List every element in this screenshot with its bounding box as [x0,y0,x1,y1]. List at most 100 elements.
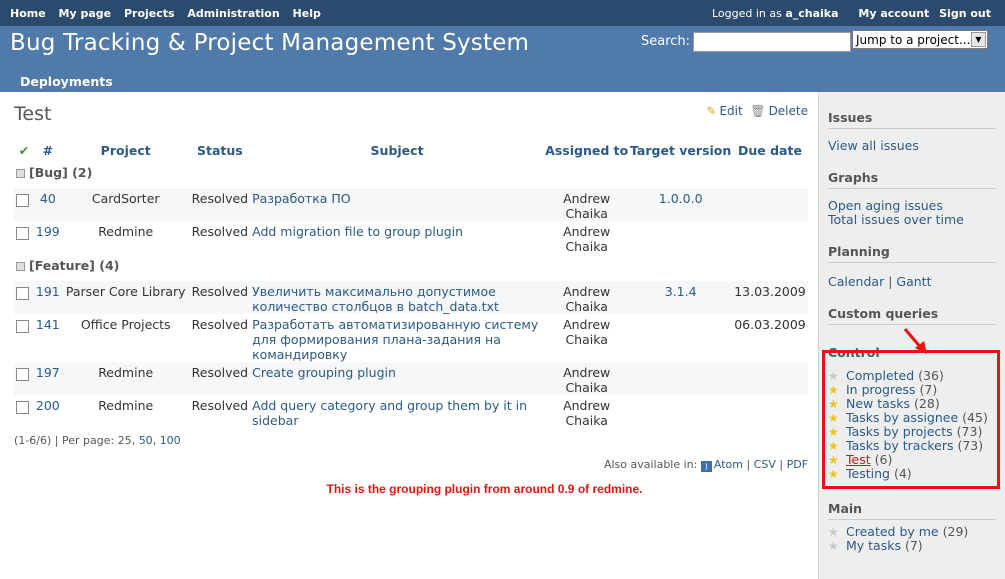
issue-assignee: Andrew Chaika [563,317,611,347]
column-header-id[interactable]: # [34,139,62,161]
chevron-down-icon[interactable]: ▼ [971,32,986,47]
issue-due-date: 13.03.2009 [731,281,808,314]
calendar-link[interactable]: Calendar [828,274,884,289]
issue-subject-link[interactable]: Разработка ПО [252,191,351,206]
column-header-status[interactable]: Status [190,139,250,161]
column-header-due-date[interactable]: Due date [732,139,808,161]
annotation-highlight-box [822,350,1000,489]
view-all-issues-link[interactable]: View all issues [828,138,919,153]
gantt-link[interactable]: Gantt [896,274,931,289]
sidebar-divider [828,519,996,520]
issue-id-link[interactable]: 191 [36,284,60,299]
issue-due-date [731,188,808,221]
menu-home-link[interactable]: Home [10,7,46,20]
pdf-link[interactable]: PDF [787,458,808,471]
query-count: (29) [942,524,969,539]
issue-project: Redmine [61,362,190,395]
group-header[interactable]: [Bug] (2) [14,161,808,188]
row-checkbox[interactable] [14,314,34,362]
issue-subject-link[interactable]: Разработать автоматизированную систему д… [252,317,538,362]
issue-subject-link[interactable]: Add query category and group them by it … [252,398,527,428]
menu-my-page-link[interactable]: My page [59,7,112,20]
issue-version-link[interactable]: 1.0.0.0 [659,191,703,206]
per-page-50-link[interactable]: 50 [139,434,153,447]
column-header-subject[interactable]: Subject [250,139,544,161]
search-label: Search: [641,34,691,49]
my-account-link[interactable]: My account [858,7,929,20]
site-title: Bug Tracking & Project Management System [10,30,530,56]
pagination-range: (1-6/6) [14,434,52,447]
collapse-icon[interactable] [16,169,25,178]
edit-link[interactable]: Edit [719,104,742,118]
total-issues-over-time-link[interactable]: Total issues over time [828,212,964,227]
main-content: Test ✎ Edit 🗑 Delete ✔ # Project Status Su… [0,92,818,579]
issue-id-link[interactable]: 40 [40,191,56,206]
issue-id-link[interactable]: 199 [36,224,60,239]
query-count: (7) [904,538,923,553]
logged-in-user[interactable]: a_chaika [785,7,838,20]
pagination: (1-6/6) | Per page: 25, 50, 100 [14,434,181,447]
sidebar-divider [828,188,996,189]
table-row: 191 Parser Core Library Resolved Увеличи… [14,281,808,314]
csv-link[interactable]: CSV [754,458,776,471]
checkmark-icon[interactable]: ✔ [19,143,29,158]
group-count: (2) [72,165,93,180]
menu-administration-link[interactable]: Administration [187,7,279,20]
sidebar-heading-graphs: Graphs [828,170,879,185]
group-label: [Feature] [29,258,95,273]
issue-subject-link[interactable]: Create grouping plugin [252,365,396,380]
table-row: 200 Redmine Resolved Add query category … [14,395,808,428]
issue-subject-link[interactable]: Увеличить максимально допустимое количес… [252,284,499,314]
per-page-100-link[interactable]: 100 [160,434,181,447]
issue-project: Redmine [98,224,154,239]
tab-deployments[interactable]: Deployments [20,74,113,89]
issues-table: ✔ # Project Status Subject Assigned to T… [14,139,808,428]
issue-subject-link[interactable]: Add migration file to group plugin [252,224,463,239]
row-checkbox[interactable] [14,395,34,428]
column-header-assigned-to[interactable]: Assigned to [544,139,629,161]
sidebar-divider [828,262,996,263]
jump-to-project-select[interactable]: Jump to a project... ▼ [852,30,988,49]
delete-link[interactable]: Delete [769,104,808,118]
column-header-target-version[interactable]: Target version [629,139,732,161]
query-link[interactable]: My tasks [846,538,901,553]
query-item[interactable]: ★ Created by me (29) [828,524,968,539]
issue-project: Parser Core Library [61,281,190,314]
issue-project: Office Projects [80,317,171,332]
group-row-bug[interactable]: [Bug] (2) [14,161,808,188]
logged-in-status: Logged in as a_chaika [712,7,839,20]
issue-status: Resolved [191,317,249,332]
trash-icon: 🗑 [750,104,766,118]
top-menu: Home My page Projects Administration Hel… [0,0,1005,26]
menu-help-link[interactable]: Help [293,7,321,20]
table-row: 197 Redmine Resolved Create grouping plu… [14,362,808,395]
atom-link[interactable]: Atom [714,458,743,471]
menu-projects-link[interactable]: Projects [124,7,175,20]
issue-id-link[interactable]: 200 [36,398,60,413]
open-aging-issues-link[interactable]: Open aging issues [828,198,943,213]
search-input[interactable] [693,32,851,52]
group-count: (4) [99,258,120,273]
query-item[interactable]: ★ My tasks (7) [828,538,923,553]
issue-project: CardSorter [61,188,190,221]
issue-id-link[interactable]: 141 [36,317,60,332]
sidebar-divider [828,128,996,129]
issue-id-link[interactable]: 197 [36,365,60,380]
star-icon[interactable]: ★ [828,525,841,539]
query-link[interactable]: Created by me [846,524,939,539]
star-icon[interactable]: ★ [828,539,841,553]
row-checkbox[interactable] [14,221,34,254]
search-box: Search: [641,32,851,52]
sign-out-link[interactable]: Sign out [939,7,991,20]
toggle-all-check[interactable]: ✔ [14,139,34,161]
header: Bug Tracking & Project Management System… [0,26,1005,92]
row-checkbox[interactable] [14,362,34,395]
row-checkbox[interactable] [14,188,34,221]
collapse-icon[interactable] [16,262,25,271]
group-header[interactable]: [Feature] (4) [14,254,808,281]
issue-version-link[interactable]: 3.1.4 [665,284,697,299]
column-header-project[interactable]: Project [62,139,190,161]
group-row-feature[interactable]: [Feature] (4) [14,254,808,281]
table-header-row: ✔ # Project Status Subject Assigned to T… [14,139,808,161]
row-checkbox[interactable] [14,281,34,314]
